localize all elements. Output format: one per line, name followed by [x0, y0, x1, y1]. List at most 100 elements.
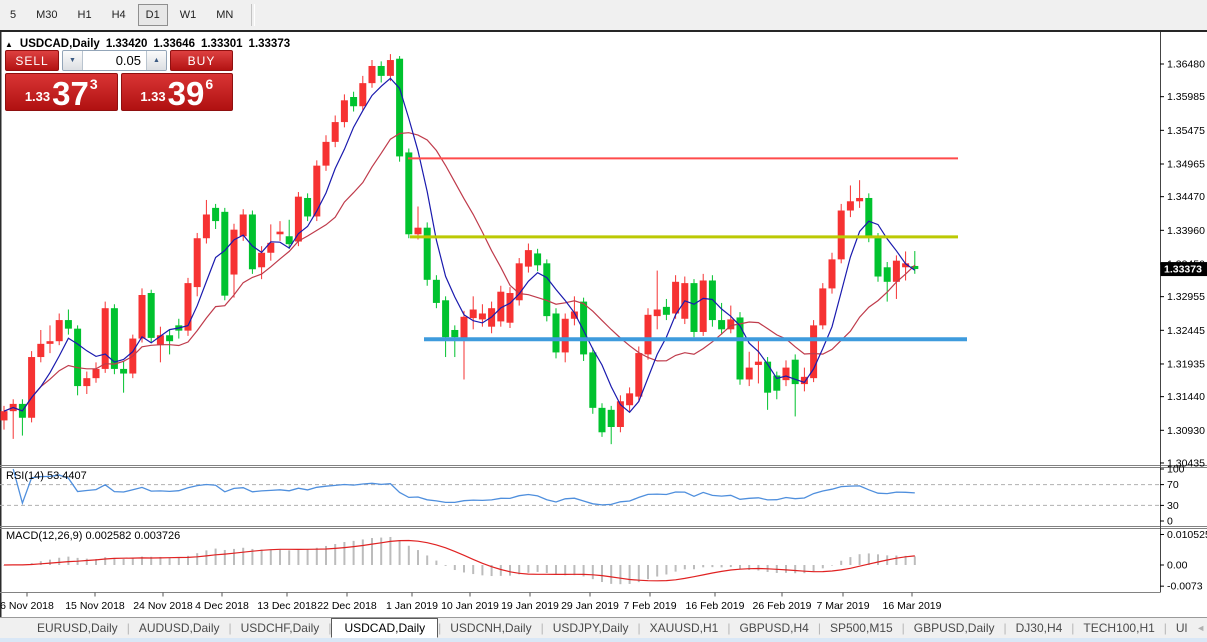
chart-tab-xauusd-h1[interactable]: XAUUSD,H1 [641, 619, 728, 637]
chart-tab-usdcad-daily[interactable]: USDCAD,Daily [331, 618, 438, 638]
macd-bar [500, 565, 502, 576]
price-axis-label: 1.34470 [1167, 191, 1205, 203]
application-window: 1.364801.359851.354751.349651.344701.339… [0, 0, 1207, 642]
timeframe-button-h1[interactable]: H1 [70, 4, 100, 26]
bid-price-tile[interactable]: 1.33 37 3 [5, 73, 118, 111]
chart-window-border [0, 30, 1207, 32]
chart-background[interactable] [0, 31, 1207, 618]
candle [102, 308, 109, 369]
ohlc-high: 1.33646 [153, 38, 195, 50]
timeframe-button-h4[interactable]: H4 [104, 4, 134, 26]
macd-bar [675, 565, 677, 572]
candle [553, 313, 560, 352]
candle [295, 197, 302, 242]
candle [277, 232, 284, 235]
chart-tab-bar: EURUSD,Daily|AUDUSD,Daily|USDCHF,Daily|U… [0, 617, 1207, 642]
chart-tab-dj30-h4[interactable]: DJ30,H4 [1007, 619, 1072, 637]
chart-tab-usdjpy-daily[interactable]: USDJPY,Daily [544, 619, 638, 637]
macd-bar [316, 548, 318, 565]
macd-bar [803, 565, 805, 573]
lot-decrease-button[interactable]: ▼ [63, 51, 82, 70]
sell-button[interactable]: SELL [5, 50, 59, 71]
macd-bar [196, 553, 198, 565]
chart-tab-audusd-daily[interactable]: AUDUSD,Daily [130, 619, 229, 637]
candle [479, 313, 486, 319]
chart-tab-usdcnh-daily[interactable]: USDCNH,Daily [441, 619, 540, 637]
timeframe-button-m30[interactable]: M30 [28, 4, 65, 26]
price-axis-label: 1.31440 [1167, 391, 1205, 403]
candle [65, 320, 72, 329]
candle [461, 317, 468, 340]
macd-bar [123, 559, 125, 565]
macd-bar [693, 565, 695, 569]
timeframe-button-mn[interactable]: MN [208, 4, 241, 26]
macd-axis-label: -0.0073 [1167, 581, 1203, 593]
macd-bar [233, 549, 235, 565]
current-price-tag-text: 1.33373 [1164, 264, 1202, 276]
chart-tab-sp500-m15[interactable]: SP500,M15 [821, 619, 902, 637]
chart-tab-gbpusd-h4[interactable]: GBPUSD,H4 [730, 619, 817, 637]
macd-bar [67, 557, 69, 565]
macd-bar [757, 565, 759, 571]
macd-bar [113, 558, 115, 565]
rsi-indicator-label: RSI(14) 53.4407 [6, 470, 87, 482]
macd-bar [215, 549, 217, 565]
tab-scroll-left-icon[interactable]: ◄ [1196, 623, 1205, 633]
chart-tab-tech100-h1[interactable]: TECH100,H1 [1074, 619, 1163, 637]
price-axis-label: 1.35475 [1167, 125, 1205, 137]
candle [663, 307, 670, 315]
macd-bar [49, 560, 51, 565]
candle [185, 283, 192, 331]
macd-bar [702, 565, 704, 567]
candle [470, 310, 477, 319]
date-axis-label: 4 Dec 2018 [195, 600, 249, 612]
lot-size-stepper: ▼ 0.05 ▲ [62, 50, 167, 71]
candle [323, 142, 330, 166]
macd-bar [454, 565, 456, 570]
ask-price-tile[interactable]: 1.33 39 6 [121, 73, 234, 111]
date-axis-label: 24 Nov 2018 [133, 600, 193, 612]
candle [580, 302, 587, 355]
timeframe-button-5[interactable]: 5 [2, 4, 24, 26]
ohlc-low: 1.33301 [201, 38, 243, 50]
macd-bar [564, 565, 566, 575]
candle [534, 253, 541, 265]
candle [203, 214, 210, 238]
buy-button[interactable]: BUY [170, 50, 233, 71]
candle [194, 238, 201, 287]
candle [221, 212, 228, 296]
chart-tab-usdchf-daily[interactable]: USDCHF,Daily [232, 619, 329, 637]
collapse-triangle-icon[interactable]: ▲ [5, 40, 13, 49]
candle [856, 198, 863, 201]
price-axis-label: 1.34965 [1167, 158, 1205, 170]
date-axis-label: 13 Dec 2018 [257, 600, 317, 612]
chart-tab-eurusd-daily[interactable]: EURUSD,Daily [28, 619, 127, 637]
candle [893, 261, 900, 282]
ohlc-open: 1.33420 [106, 38, 148, 50]
chart-tab-gbpusd-daily[interactable]: GBPUSD,Daily [905, 619, 1004, 637]
candle [819, 288, 826, 325]
date-axis-label: 16 Feb 2019 [686, 600, 745, 612]
ask-price-prefix: 1.33 [140, 89, 165, 104]
date-axis-label: 1 Jan 2019 [386, 600, 438, 612]
macd-bar [435, 561, 437, 565]
rsi-axis-label: 100 [1167, 464, 1185, 476]
timeframe-button-w1[interactable]: W1 [172, 4, 205, 26]
rsi-axis-label: 70 [1167, 479, 1179, 491]
macd-bar [270, 550, 272, 565]
candle [442, 300, 449, 337]
timeframe-button-d1[interactable]: D1 [138, 4, 168, 26]
candle [359, 83, 366, 106]
macd-bar [261, 549, 263, 565]
chart-tab-ul[interactable]: Ul [1167, 619, 1196, 637]
macd-bar [86, 559, 88, 565]
chart-title: ▲ USDCAD,Daily 1.33420 1.33646 1.33301 1… [5, 38, 290, 50]
macd-bar [362, 539, 364, 565]
macd-bar [408, 546, 410, 565]
candle [1, 411, 8, 420]
candle [396, 59, 403, 157]
candle [378, 66, 385, 76]
lot-size-field[interactable]: 0.05 [82, 51, 147, 70]
macd-bar [343, 542, 345, 565]
lot-increase-button[interactable]: ▲ [147, 51, 166, 70]
